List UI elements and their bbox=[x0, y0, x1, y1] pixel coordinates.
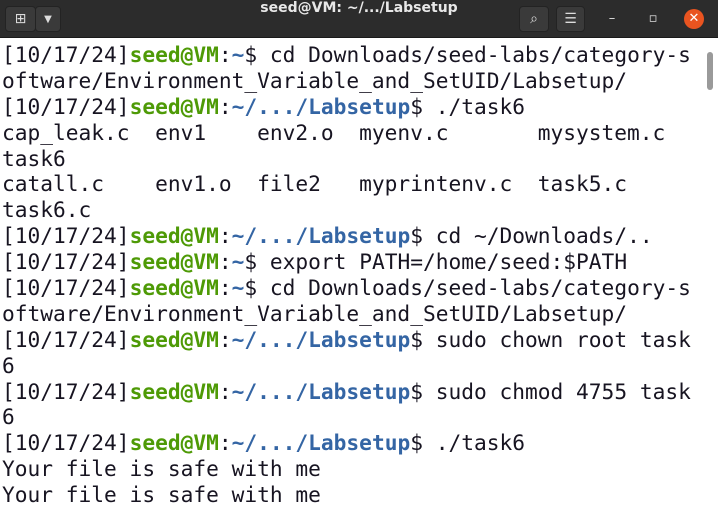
maximize-button[interactable]: ▫ bbox=[643, 9, 663, 29]
command-text: $ sudo chmod 4755 task bbox=[410, 378, 691, 404]
prompt-line: [10/17/24]seed@VM:~/.../Labsetup$ sudo c… bbox=[2, 327, 691, 353]
prompt-path: ~/.../Labsetup bbox=[231, 430, 411, 456]
menu-button[interactable]: ☰ bbox=[556, 6, 585, 32]
output-text: Your file is safe with me bbox=[2, 456, 321, 482]
prompt-date: [10/17/24] bbox=[2, 93, 130, 119]
prompt-separator: : bbox=[218, 42, 232, 67]
prompt-line: [10/17/24]seed@VM:~/.../Labsetup$ ./task… bbox=[2, 94, 691, 120]
prompt-date: [10/17/24] bbox=[2, 430, 130, 456]
prompt-line: [10/17/24]seed@VM:~$ export PATH=/home/s… bbox=[2, 249, 691, 275]
prompt-path: ~/.../Labsetup bbox=[231, 378, 411, 404]
output-text: 6 bbox=[2, 352, 15, 378]
command-text: $ ./task6 bbox=[410, 430, 526, 456]
prompt-line: [10/17/24]seed@VM:~$ cd Downloads/seed-l… bbox=[2, 275, 691, 301]
output-line: task6.c bbox=[2, 197, 691, 223]
prompt-user: seed@VM bbox=[129, 430, 219, 456]
prompt-line: [10/17/24]seed@VM:~/.../Labsetup$ cd ~/D… bbox=[2, 223, 691, 249]
output-text: Your file is safe with me bbox=[2, 482, 321, 508]
prompt-path: ~ bbox=[231, 275, 245, 301]
command-text: $ ./task6 bbox=[410, 93, 526, 119]
command-text: $ export PATH=/home/seed:$PATH bbox=[244, 249, 628, 275]
prompt-separator: : bbox=[218, 223, 232, 249]
output-line: cap_leak.c env1 env2.o myenv.c mysystem.… bbox=[2, 120, 691, 146]
prompt-line: [10/17/24]seed@VM:~$ cd Downloads/seed-l… bbox=[2, 42, 691, 68]
tab-menu-button[interactable]: ▼ bbox=[35, 6, 61, 32]
output-text: cap_leak.c env1 env2.o myenv.c mysystem.… bbox=[2, 119, 666, 145]
hamburger-menu-icon: ☰ bbox=[564, 11, 577, 27]
prompt-user: seed@VM bbox=[129, 378, 219, 404]
prompt-line: [10/17/24]seed@VM:~/.../Labsetup$ ./task… bbox=[2, 430, 691, 456]
prompt-date: [10/17/24] bbox=[2, 326, 130, 352]
command-text: $ cd Downloads/seed-labs/category-s bbox=[244, 42, 691, 67]
minimize-button[interactable]: – bbox=[602, 9, 622, 29]
output-line: Your file is safe with me bbox=[2, 482, 691, 508]
output-line: oftware/Environment_Variable_and_SetUID/… bbox=[2, 68, 691, 94]
output-line: catall.c env1.o file2 myprintenv.c task5… bbox=[2, 171, 691, 197]
prompt-path: ~/.../Labsetup bbox=[231, 326, 411, 352]
prompt-date: [10/17/24] bbox=[2, 223, 130, 249]
prompt-user: seed@VM bbox=[129, 249, 219, 275]
command-text: $ cd ~/Downloads/.. bbox=[410, 223, 653, 249]
prompt-separator: : bbox=[218, 378, 232, 404]
prompt-date: [10/17/24] bbox=[2, 249, 130, 275]
prompt-date: [10/17/24] bbox=[2, 275, 130, 301]
chevron-down-icon: ▼ bbox=[44, 13, 52, 25]
prompt-path: ~ bbox=[231, 249, 245, 275]
output-text: catall.c env1.o file2 myprintenv.c task5… bbox=[2, 171, 628, 197]
prompt-user: seed@VM bbox=[129, 223, 219, 249]
title-bar: ⊞ ▼ seed@VM: ~/.../Labsetup ⌕ ☰ – ▫ ✕ bbox=[0, 0, 718, 38]
output-line: task6 bbox=[2, 146, 691, 172]
prompt-date: [10/17/24] bbox=[2, 378, 130, 404]
prompt-path: ~/.../Labsetup bbox=[231, 223, 411, 249]
prompt-separator: : bbox=[218, 249, 232, 275]
new-tab-icon: ⊞ bbox=[14, 11, 27, 27]
new-tab-button[interactable]: ⊞ bbox=[5, 6, 36, 32]
prompt-separator: : bbox=[218, 430, 232, 456]
search-button[interactable]: ⌕ bbox=[519, 6, 549, 32]
maximize-icon: ▫ bbox=[648, 11, 658, 26]
minimize-icon: – bbox=[608, 11, 616, 26]
command-text: $ cd Downloads/seed-labs/category-s bbox=[244, 275, 691, 301]
terminal-output[interactable]: [10/17/24]seed@VM:~$ cd Downloads/seed-l… bbox=[2, 42, 691, 508]
output-text: oftware/Environment_Variable_and_SetUID/… bbox=[2, 67, 628, 93]
command-text: $ sudo chown root task bbox=[410, 326, 691, 352]
prompt-separator: : bbox=[218, 326, 232, 352]
close-button[interactable]: ✕ bbox=[684, 9, 704, 29]
output-text: task6.c bbox=[2, 197, 92, 223]
prompt-user: seed@VM bbox=[129, 42, 219, 67]
output-line: Your file is safe with me bbox=[2, 456, 691, 482]
prompt-separator: : bbox=[218, 275, 232, 301]
prompt-line: [10/17/24]seed@VM:~/.../Labsetup$ sudo c… bbox=[2, 379, 691, 405]
close-icon: ✕ bbox=[688, 11, 700, 26]
search-icon: ⌕ bbox=[530, 11, 538, 27]
prompt-user: seed@VM bbox=[129, 326, 219, 352]
output-text: task6 bbox=[2, 145, 66, 171]
output-line: 6 bbox=[2, 404, 691, 430]
prompt-path: ~/.../Labsetup bbox=[231, 93, 411, 119]
prompt-user: seed@VM bbox=[129, 93, 219, 119]
prompt-user: seed@VM bbox=[129, 275, 219, 301]
prompt-path: ~ bbox=[231, 42, 245, 67]
output-line: 6 bbox=[2, 353, 691, 379]
output-text: oftware/Environment_Variable_and_SetUID/… bbox=[2, 300, 628, 326]
scrollbar[interactable] bbox=[707, 52, 713, 90]
output-line: oftware/Environment_Variable_and_SetUID/… bbox=[2, 301, 691, 327]
prompt-date: [10/17/24] bbox=[2, 42, 130, 67]
prompt-separator: : bbox=[218, 93, 232, 119]
output-text: 6 bbox=[2, 404, 15, 430]
